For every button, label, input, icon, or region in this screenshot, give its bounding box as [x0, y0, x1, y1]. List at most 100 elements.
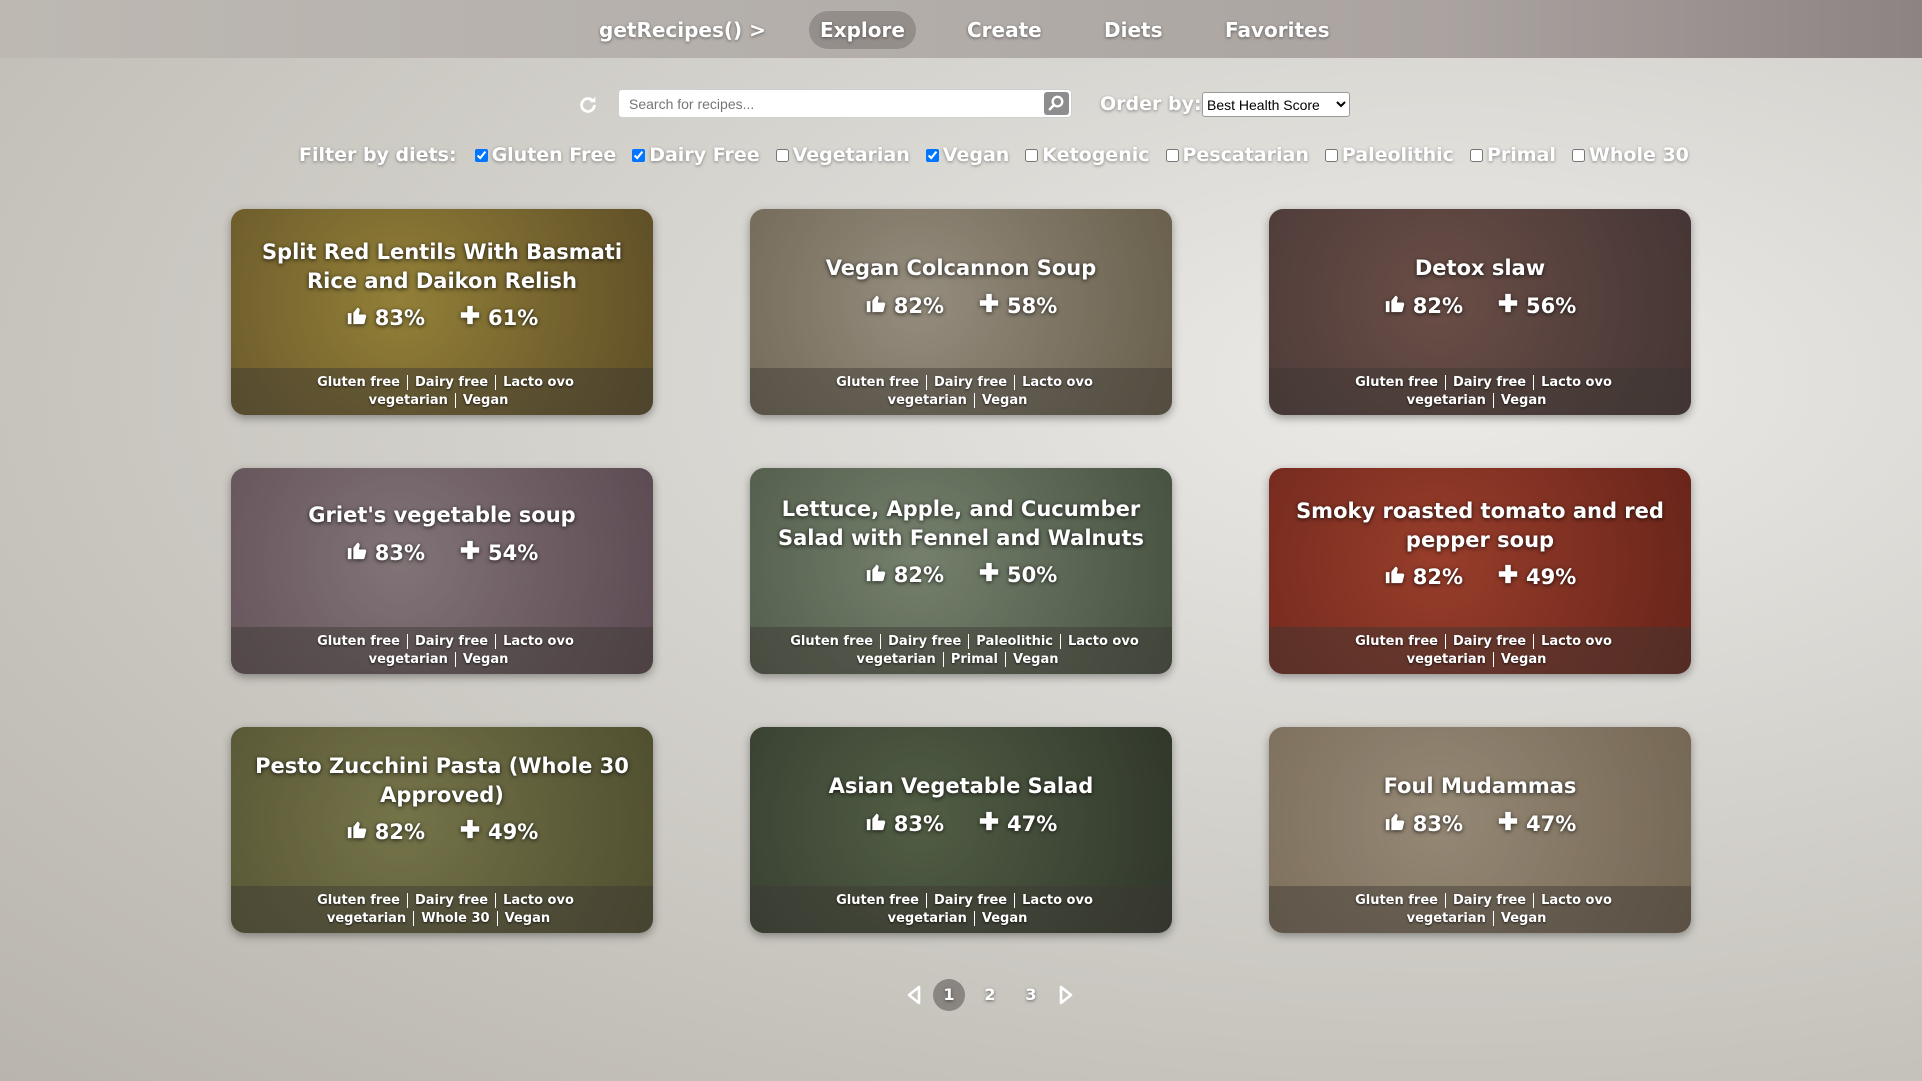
recipe-title: Detox slaw [1414, 256, 1546, 280]
recipe-card[interactable]: Vegan Colcannon Soup 82% 58% Gluten free… [750, 209, 1172, 415]
recipe-card[interactable]: Smoky roasted tomato and red pepper soup… [1269, 468, 1691, 674]
thumbs-up-icon [1384, 292, 1406, 319]
recipe-card[interactable]: Lettuce, Apple, and Cucumber Salad with … [750, 468, 1172, 674]
search-icon [1048, 95, 1064, 111]
recipe-title: Asian Vegetable Salad [828, 774, 1094, 798]
thumbs-up-icon [346, 818, 368, 845]
health-value: 47% [1526, 811, 1577, 836]
diet-checkbox[interactable] [925, 148, 939, 162]
nav-diets[interactable]: Diets [1093, 11, 1174, 49]
likes-value: 82% [1412, 564, 1463, 589]
diet-tag: Vegan [1492, 652, 1554, 667]
diet-filter-vegetarian[interactable]: Vegetarian [775, 144, 910, 166]
likes-value: 82% [374, 819, 425, 844]
diet-filter-whole-30[interactable]: Whole 30 [1571, 144, 1689, 166]
diet-label: Vegan [942, 144, 1010, 166]
diet-checkbox[interactable] [1571, 148, 1585, 162]
thumbs-up-icon [865, 810, 887, 837]
diet-checkbox[interactable] [632, 148, 646, 162]
recipe-card[interactable]: Detox slaw 82% 56% Gluten free Dairy free… [1269, 209, 1691, 415]
refresh-icon[interactable] [577, 94, 599, 116]
diet-checkbox[interactable] [474, 148, 488, 162]
diet-checkbox[interactable] [1025, 148, 1039, 162]
diet-tag: Primal [942, 652, 1005, 667]
prev-page-icon[interactable] [904, 984, 924, 1006]
search-button[interactable] [1044, 92, 1069, 115]
diet-label: Gluten Free [491, 144, 617, 166]
recipe-card[interactable]: Foul Mudammas 83% 47% Gluten free Dairy f… [1269, 727, 1691, 933]
diet-tag: Dairy free [406, 634, 496, 649]
diet-label: Vegetarian [792, 144, 910, 166]
recipe-scores: 82% 49% [231, 818, 653, 845]
search-input[interactable] [619, 90, 1039, 117]
thumbs-up-icon [1384, 563, 1406, 590]
search-box [618, 89, 1072, 118]
diet-tag: Dairy free [1444, 893, 1534, 908]
diet-checkbox[interactable] [1165, 148, 1179, 162]
diet-filter-gluten-free[interactable]: Gluten Free [474, 144, 617, 166]
nav-favorites[interactable]: Favorites [1214, 11, 1341, 49]
nav-brand[interactable]: getRecipes() > [588, 11, 777, 49]
diet-label: Whole 30 [1588, 144, 1689, 166]
diet-filter-dairy-free[interactable]: Dairy Free [632, 144, 760, 166]
recipe-card[interactable]: Griet's vegetable soup 83% 54% Gluten fr… [231, 468, 653, 674]
diet-checkbox[interactable] [1324, 148, 1338, 162]
health-value: 50% [1007, 562, 1058, 587]
recipe-title: Griet's vegetable soup [308, 503, 576, 527]
likes-score: 82% [865, 292, 944, 319]
health-plus-icon [459, 818, 481, 845]
health-value: 61% [488, 305, 539, 330]
diet-tag: Gluten free [1355, 634, 1438, 649]
diet-checkbox[interactable] [775, 148, 789, 162]
diet-filter-vegan[interactable]: Vegan [925, 144, 1010, 166]
likes-value: 83% [374, 305, 425, 330]
diet-label: Paleolithic [1341, 144, 1454, 166]
recipe-card[interactable]: Pesto Zucchini Pasta (Whole 30 Approved)… [231, 727, 653, 933]
health-plus-icon [978, 561, 1000, 588]
recipe-tags: Gluten free Dairy free Paleolithic Lacto ov… [750, 627, 1172, 674]
health-value: 49% [1526, 564, 1577, 589]
diet-tag: Vegan [1004, 652, 1066, 667]
recipe-title: Smoky roasted tomato and red pepper soup [1296, 499, 1664, 552]
likes-score: 83% [865, 810, 944, 837]
likes-value: 82% [893, 293, 944, 318]
diet-tag: Gluten free [1355, 893, 1438, 908]
health-value: 58% [1007, 293, 1058, 318]
recipe-tags: Gluten free Dairy free Lacto ovo vegetaria… [231, 886, 653, 933]
health-plus-icon [1497, 563, 1519, 590]
next-page-icon[interactable] [1056, 984, 1076, 1006]
diet-checkbox[interactable] [1469, 148, 1483, 162]
diet-filter-primal[interactable]: Primal [1469, 144, 1556, 166]
recipe-scores: 82% 56% [1269, 292, 1691, 319]
recipe-scores: 82% 49% [1269, 563, 1691, 590]
recipe-card[interactable]: Asian Vegetable Salad 83% 47% Gluten fre… [750, 727, 1172, 933]
diet-filter-paleolithic[interactable]: Paleolithic [1324, 144, 1454, 166]
nav-explore[interactable]: Explore [809, 11, 916, 49]
diet-filter-pescatarian[interactable]: Pescatarian [1165, 144, 1309, 166]
top-nav: getRecipes() > Explore Create Diets Favo… [0, 0, 1922, 58]
page-1-button[interactable]: 1 [933, 979, 965, 1011]
pagination: 1 2 3 [904, 978, 1076, 1012]
recipe-scores: 83% 47% [1269, 810, 1691, 837]
likes-score: 83% [1384, 810, 1463, 837]
health-plus-icon [1497, 810, 1519, 837]
health-plus-icon [978, 810, 1000, 837]
likes-score: 83% [346, 304, 425, 331]
recipe-title: Split Red Lentils With Basmati Rice and … [261, 240, 623, 293]
diet-tag: Dairy free [1444, 375, 1534, 390]
diet-tag: Gluten free [836, 893, 919, 908]
recipe-scores: 82% 50% [750, 561, 1172, 588]
diet-filter-ketogenic[interactable]: Ketogenic [1025, 144, 1150, 166]
diet-tag: Vegan [496, 911, 558, 926]
recipe-card[interactable]: Split Red Lentils With Basmati Rice and … [231, 209, 653, 415]
page-3-button[interactable]: 3 [1015, 979, 1047, 1011]
order-by-select[interactable]: Best Health Score [1202, 92, 1350, 117]
diet-tag: Dairy free [406, 375, 496, 390]
diet-filters: Filter by diets: Gluten Free Dairy Free … [299, 140, 1705, 170]
health-value: 49% [488, 819, 539, 844]
likes-value: 82% [1412, 293, 1463, 318]
recipe-scores: 83% 54% [231, 539, 653, 566]
page-2-button[interactable]: 2 [974, 979, 1006, 1011]
nav-create[interactable]: Create [956, 11, 1053, 49]
health-score: 47% [978, 810, 1057, 837]
